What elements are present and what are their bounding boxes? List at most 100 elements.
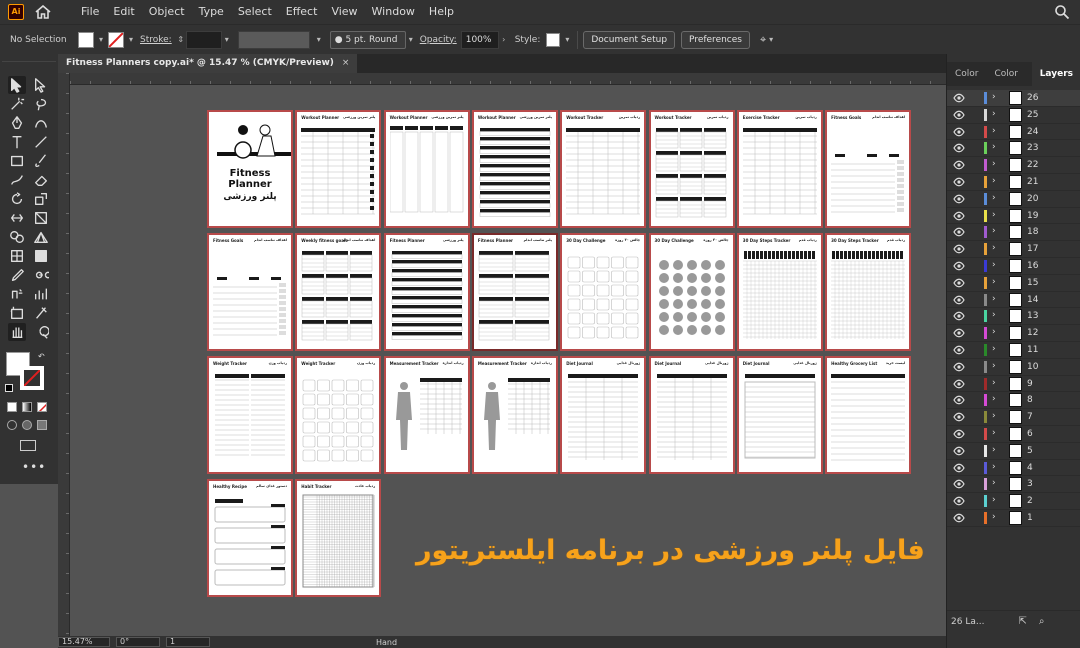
stroke-color-icon[interactable]	[20, 366, 44, 390]
chevron-right-icon[interactable]: ›	[992, 126, 996, 136]
free-transform-icon[interactable]	[32, 209, 50, 227]
blend-tool-icon[interactable]	[32, 266, 50, 284]
gradient-mode-icon[interactable]	[22, 402, 32, 412]
chevron-right-icon[interactable]: ›	[992, 512, 996, 522]
artboard[interactable]: 30 Day Steps Tracker ردیاب قدم	[736, 233, 823, 351]
slice-tool-icon[interactable]	[32, 304, 50, 322]
chevron-right-icon[interactable]: ›	[992, 226, 996, 236]
eye-icon[interactable]	[953, 261, 965, 271]
chevron-right-icon[interactable]: ›	[992, 411, 996, 421]
menu-type[interactable]: Type	[192, 0, 231, 24]
none-mode-icon[interactable]	[37, 402, 47, 412]
perspective-grid-icon[interactable]	[32, 228, 50, 246]
eye-icon[interactable]	[953, 295, 965, 305]
eye-icon[interactable]	[953, 143, 965, 153]
change-screen-mode-icon[interactable]	[20, 440, 36, 451]
eye-icon[interactable]	[953, 395, 965, 405]
layer-row[interactable]: › 25	[947, 107, 1080, 124]
layer-row[interactable]: › 24	[947, 124, 1080, 141]
layer-row[interactable]: › 26	[947, 90, 1080, 107]
artboard[interactable]: Workout Planner پلنر تمرین ورزشی	[471, 110, 558, 228]
eye-icon[interactable]	[953, 362, 965, 372]
zoom-tool-icon[interactable]	[32, 323, 50, 341]
document-tab[interactable]: Fitness Planners copy.ai* @ 15.47 % (CMY…	[58, 54, 358, 73]
layer-row[interactable]: › 11	[947, 342, 1080, 359]
artboard-navigator[interactable]: 1	[166, 637, 210, 647]
chevron-down-icon[interactable]: ▾	[314, 35, 324, 45]
color-mode-icon[interactable]	[7, 402, 17, 412]
draw-behind-icon[interactable]	[22, 420, 32, 430]
shape-builder-icon[interactable]	[8, 228, 26, 246]
layer-row[interactable]: › 17	[947, 241, 1080, 258]
eye-icon[interactable]	[953, 160, 965, 170]
brush-definition[interactable]: ● 5 pt. Round	[329, 30, 406, 49]
locate-object-icon[interactable]: ⌕	[1039, 616, 1045, 627]
chevron-down-icon[interactable]: ▾	[222, 35, 232, 45]
chevron-right-icon[interactable]: ›	[992, 277, 996, 287]
chevron-right-icon[interactable]: ›	[992, 142, 996, 152]
document-setup-button[interactable]: Document Setup	[583, 30, 676, 49]
chevron-right-icon[interactable]: ›	[992, 394, 996, 404]
magic-wand-icon[interactable]	[8, 95, 26, 113]
chevron-right-icon[interactable]: ›	[992, 344, 996, 354]
menu-view[interactable]: View	[324, 0, 364, 24]
eye-icon[interactable]	[953, 177, 965, 187]
eyedropper-icon[interactable]	[8, 266, 26, 284]
chevron-right-icon[interactable]: ›	[992, 176, 996, 186]
chevron-right-icon[interactable]: ›	[992, 243, 996, 253]
menu-select[interactable]: Select	[231, 0, 279, 24]
variable-width-profile[interactable]	[237, 30, 310, 49]
artboard[interactable]: 30 Day Steps Tracker ردیاب قدم	[825, 233, 912, 351]
artboard[interactable]: Diet Journal ژورنال غذایی	[560, 356, 647, 474]
scale-tool-icon[interactable]	[32, 190, 50, 208]
eye-icon[interactable]	[953, 446, 965, 456]
artboard[interactable]: Fitness Planner پلنر تناسب اندام	[471, 233, 558, 351]
chevron-down-icon[interactable]: ▾	[406, 35, 416, 45]
stepper-icon[interactable]: ⇕	[176, 35, 186, 45]
layer-row[interactable]: › 15	[947, 275, 1080, 292]
search-icon[interactable]	[1054, 4, 1070, 20]
canvas[interactable]: Fitness Planner پلنر ورزشی Workout Planner…	[70, 85, 946, 636]
tab-layers[interactable]: Layers	[1031, 62, 1080, 86]
gradient-tool-icon[interactable]	[32, 247, 50, 265]
layer-row[interactable]: › 18	[947, 224, 1080, 242]
artboard[interactable]: Measurement Tracker ردیاب اندازه	[383, 356, 470, 474]
artboard[interactable]: Measurement Tracker ردیاب اندازه	[471, 356, 558, 474]
artboard[interactable]: Diet Journal ژورنال غذایی	[648, 356, 735, 474]
line-tool-icon[interactable]	[32, 133, 50, 151]
eye-icon[interactable]	[953, 194, 965, 204]
eye-icon[interactable]	[953, 311, 965, 321]
swap-fill-stroke-icon[interactable]: ↶	[38, 352, 45, 361]
layer-row[interactable]: › 9	[947, 376, 1080, 393]
layer-row[interactable]: › 12	[947, 325, 1080, 342]
chevron-down-icon[interactable]: ▾	[562, 35, 572, 45]
chevron-right-icon[interactable]: ›	[992, 294, 996, 304]
menu-effect[interactable]: Effect	[279, 0, 325, 24]
graphic-style-swatch[interactable]	[546, 32, 561, 47]
layer-row[interactable]: › 16	[947, 258, 1080, 275]
horizontal-ruler[interactable]	[70, 73, 946, 85]
artboard[interactable]: Healthy Grocery List لیست خرید	[825, 356, 912, 474]
artboard[interactable]: Exercise Tracker ردیاب تمرین	[736, 110, 823, 228]
layer-row[interactable]: › 4	[947, 460, 1080, 477]
chevron-right-icon[interactable]: ›	[992, 478, 996, 488]
menu-window[interactable]: Window	[365, 0, 422, 24]
paintbrush-icon[interactable]	[32, 152, 50, 170]
preferences-button[interactable]: Preferences	[681, 30, 750, 49]
eraser-tool-icon[interactable]	[32, 171, 50, 189]
direct-selection-tool-icon[interactable]	[32, 76, 50, 94]
fill-swatch[interactable]	[78, 31, 94, 48]
artboard[interactable]: Workout Tracker ردیاب تمرین	[560, 110, 647, 228]
vertical-ruler[interactable]	[58, 73, 70, 636]
selection-tool-icon[interactable]	[8, 76, 26, 94]
width-tool-icon[interactable]	[8, 209, 26, 227]
mesh-tool-icon[interactable]	[8, 247, 26, 265]
home-icon[interactable]	[32, 3, 54, 21]
eye-icon[interactable]	[953, 379, 965, 389]
artboard[interactable]: Fitness Planner پلنر ورزشی	[383, 233, 470, 351]
layer-row[interactable]: › 6	[947, 426, 1080, 443]
chevron-down-icon[interactable]: ▾	[126, 35, 136, 45]
chevron-down-icon[interactable]: ▾	[766, 35, 776, 45]
rotation-field[interactable]: 0°	[116, 637, 160, 647]
eye-icon[interactable]	[953, 328, 965, 338]
